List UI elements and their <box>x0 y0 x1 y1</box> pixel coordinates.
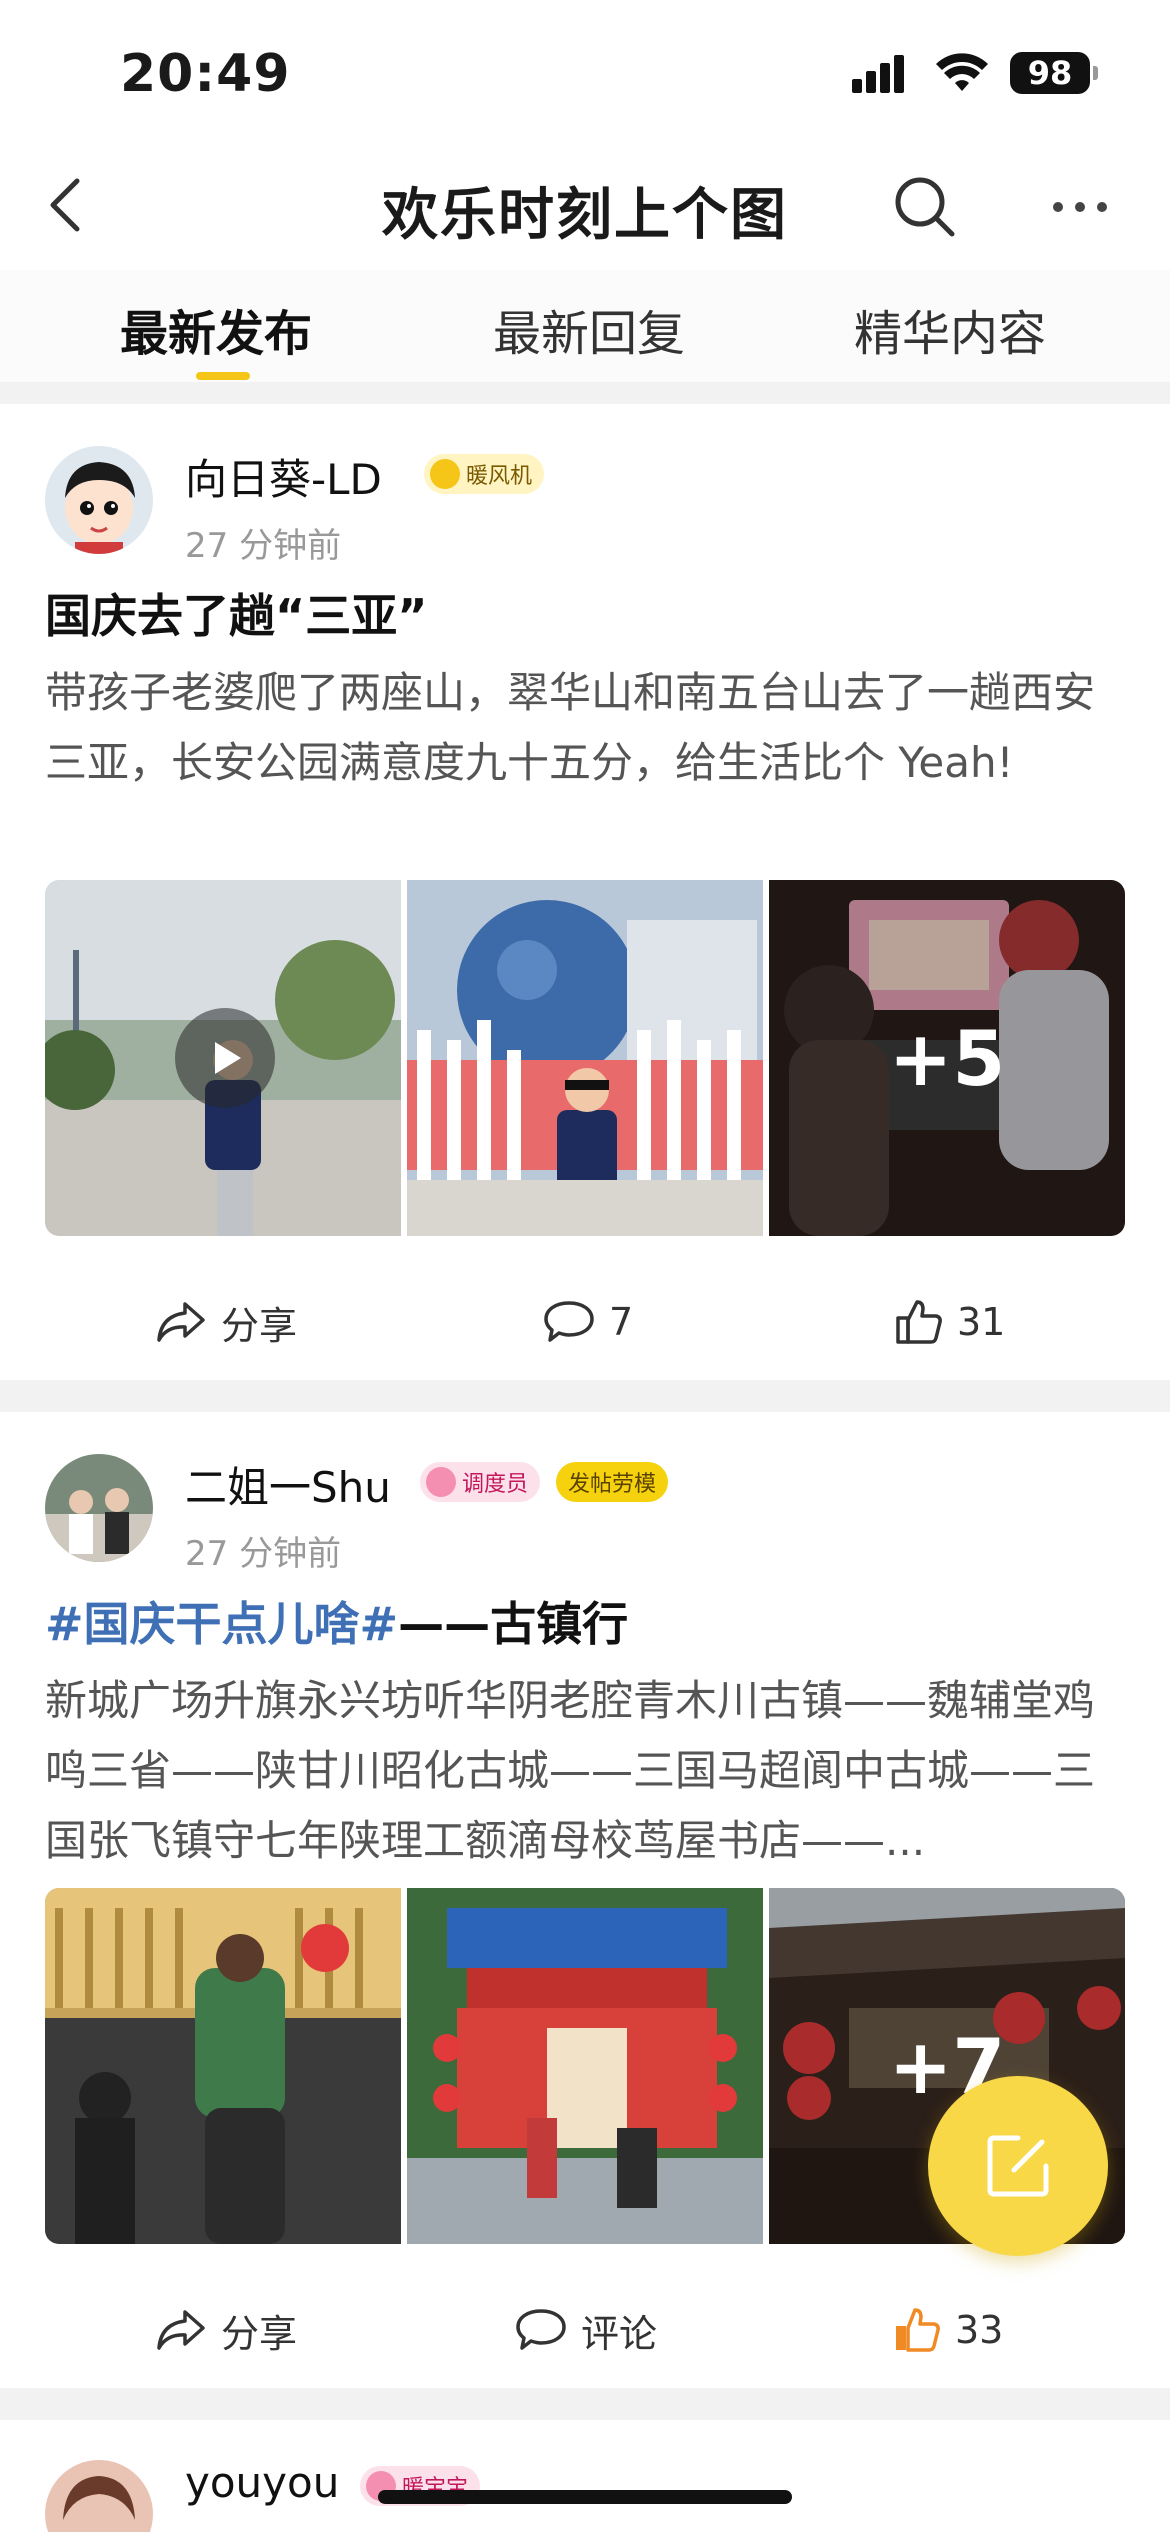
post-title[interactable]: #国庆干点儿啥#——古镇行 <box>45 1588 628 1654</box>
status-icons: 98 <box>852 52 1098 94</box>
compose-button[interactable] <box>928 2076 1108 2256</box>
tab-bar: 最新发布 最新回复 精华内容 <box>0 270 1170 382</box>
play-button[interactable] <box>175 1008 275 1108</box>
search-button[interactable] <box>890 172 960 242</box>
tab-latest-replies[interactable]: 最新回复 <box>493 294 685 364</box>
post-body[interactable]: 新城广场升旗永兴坊听华阴老腔青木川古镇——魏辅堂鸡鸣三省——陕甘川昭化古城——三… <box>45 1666 1125 1876</box>
post-image[interactable]: +5 <box>769 880 1125 1236</box>
comment-button[interactable]: 7 <box>543 1282 633 1362</box>
post-actions: 分享 7 31 <box>0 1282 1170 1362</box>
share-icon <box>157 1302 205 1342</box>
comment-icon <box>516 2309 566 2350</box>
post-image[interactable] <box>407 1888 763 2244</box>
share-button[interactable]: 分享 <box>155 2290 297 2370</box>
more-button[interactable] <box>1045 172 1115 242</box>
post-title-text: ——古镇行 <box>398 1597 629 1651</box>
like-button[interactable]: 31 <box>895 1282 1005 1362</box>
comment-button[interactable]: 评论 <box>515 2290 657 2370</box>
like-button[interactable]: 33 <box>893 2290 1003 2370</box>
username[interactable]: 向日葵-LD <box>185 446 382 507</box>
user-badge: 调度员 <box>420 1462 541 1502</box>
username[interactable]: 二姐一Shu <box>185 1454 391 1515</box>
thumbs-up-filled-icon <box>896 2308 940 2352</box>
badge-label: 调度员 <box>462 1472 529 1497</box>
active-tab-indicator <box>196 372 250 380</box>
more-dots-icon <box>1053 202 1107 212</box>
share-button[interactable]: 分享 <box>155 1282 297 1362</box>
avatar[interactable] <box>45 446 153 554</box>
user-badge: 暖风机 <box>424 454 545 494</box>
post-time: 27 分钟前 <box>185 526 342 566</box>
comment-label: 评论 <box>581 2311 658 2356</box>
nav-bar: 欢乐时刻上个图 <box>0 150 1170 260</box>
section-divider <box>0 382 1170 404</box>
badge-label: 暖风机 <box>466 464 533 489</box>
edit-icon <box>987 2135 1049 2197</box>
section-divider <box>0 1380 1170 1412</box>
play-icon <box>215 1042 241 1074</box>
post-body[interactable]: 带孩子老婆爬了两座山，翠华山和南五台山去了一趟西安三亚，长安公园满意度九十五分，… <box>45 658 1125 798</box>
wifi-icon <box>936 53 988 91</box>
post-card[interactable]: 向日葵-LD 暖风机 27 分钟前 国庆去了趟“三亚” 带孩子老婆爬了两座山，翠… <box>0 404 1170 1380</box>
tab-featured[interactable]: 精华内容 <box>854 294 1046 364</box>
post-image[interactable] <box>407 880 763 1236</box>
status-bar: 20:49 98 <box>0 0 1170 140</box>
comment-count: 7 <box>609 1300 634 1344</box>
like-count: 31 <box>957 1300 1006 1344</box>
badge-icon <box>430 459 460 489</box>
search-icon <box>895 177 955 237</box>
more-images-count[interactable]: +5 <box>769 880 1125 1236</box>
post-card[interactable]: youyou 暖宝宝 <box>0 2420 1170 2532</box>
share-label: 分享 <box>221 1303 298 1348</box>
user-badge: 发帖劳模 <box>556 1462 669 1502</box>
page-title: 欢乐时刻上个图 <box>382 183 788 248</box>
share-label: 分享 <box>221 2311 298 2356</box>
image-grid: +5 <box>45 880 1125 1236</box>
like-count: 33 <box>955 2308 1004 2352</box>
topic-tag[interactable]: #国庆干点儿啥# <box>45 1597 398 1651</box>
badge-label: 发帖劳模 <box>568 1472 657 1497</box>
battery-icon: 98 <box>1010 52 1098 94</box>
cellular-signal-icon <box>852 55 904 93</box>
post-image[interactable] <box>45 1888 401 2244</box>
avatar[interactable] <box>45 1454 153 1562</box>
post-title[interactable]: 国庆去了趟“三亚” <box>45 580 427 646</box>
username[interactable]: youyou <box>185 2458 339 2507</box>
tab-latest-posts[interactable]: 最新发布 <box>120 294 312 364</box>
comment-icon <box>544 1301 594 1342</box>
status-time: 20:49 <box>120 44 291 104</box>
home-indicator[interactable] <box>378 2490 792 2504</box>
avatar[interactable] <box>45 2460 153 2532</box>
share-icon <box>157 2310 205 2350</box>
thumbs-up-icon <box>896 1300 942 1344</box>
post-actions: 分享 评论 33 <box>0 2290 1170 2370</box>
badge-icon <box>426 1467 456 1497</box>
post-time: 27 分钟前 <box>185 1534 342 1574</box>
post-image-video[interactable] <box>45 880 401 1236</box>
section-divider <box>0 2388 1170 2420</box>
